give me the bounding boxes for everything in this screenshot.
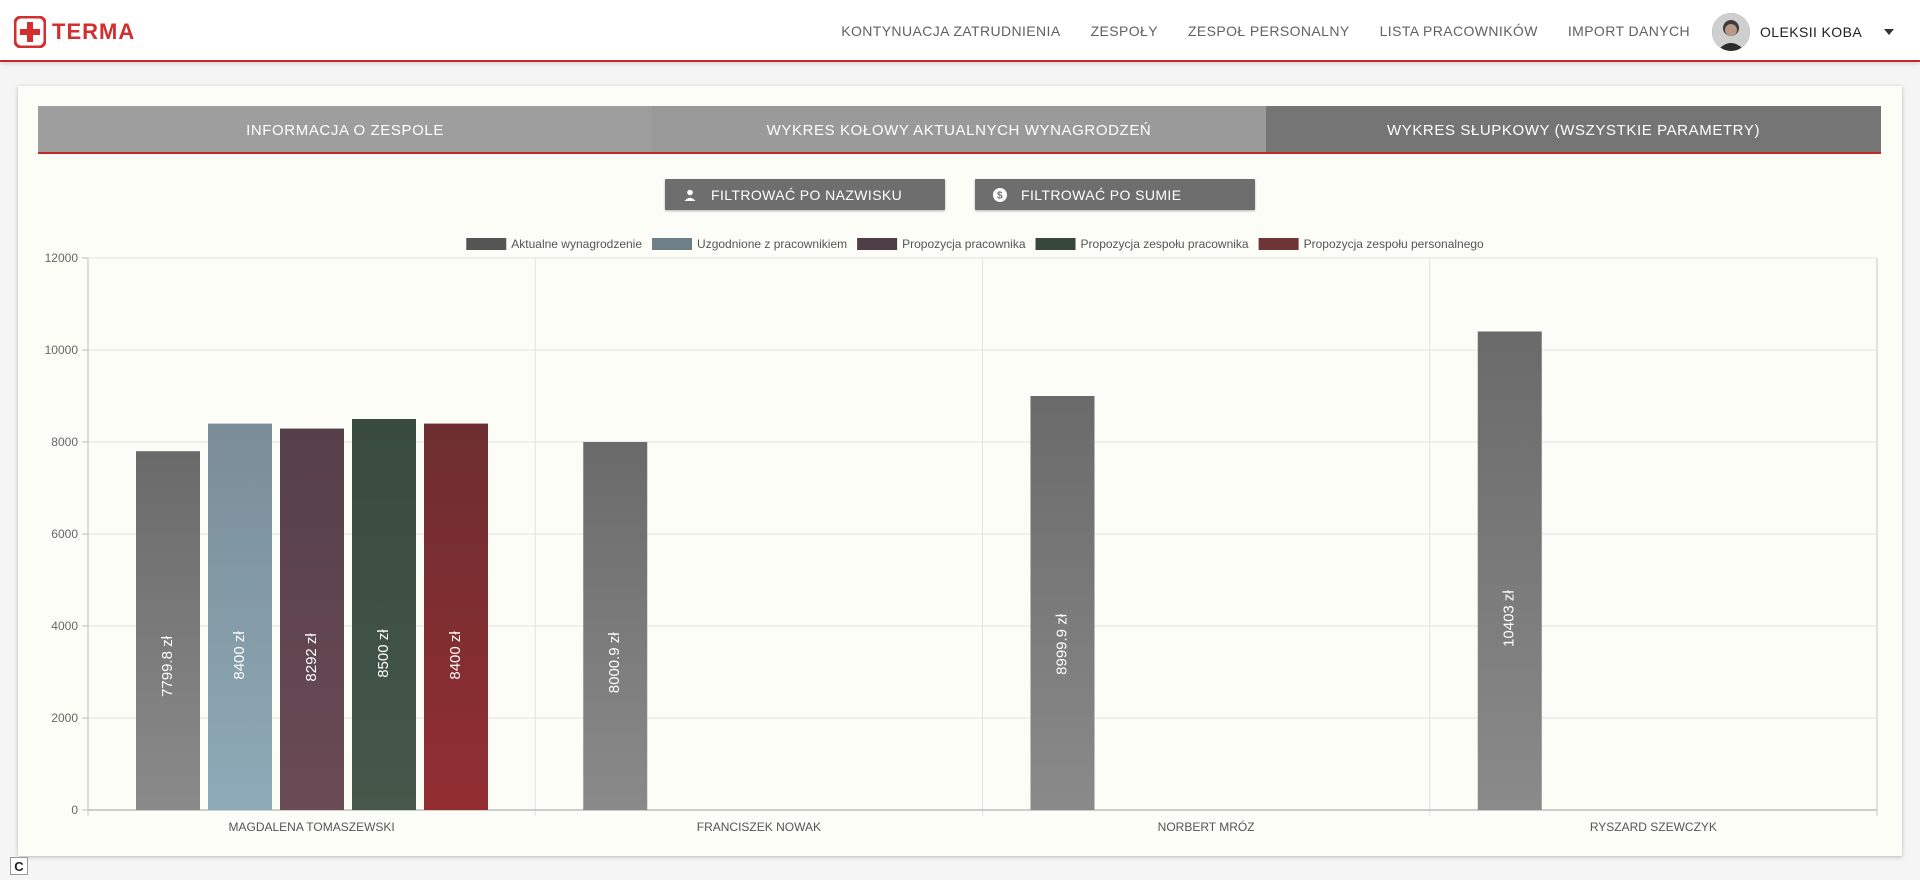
nav-kontynuacja[interactable]: KONTYNUACJA ZATRUDNIENIA [841,23,1060,39]
legend-swatch [1035,238,1076,250]
user-menu[interactable]: OLEKSII KOBA [1712,13,1895,51]
corner-badge: C [10,857,28,875]
x-tick-label: MAGDALENA TOMASZEWSKI [228,820,394,834]
bar [1030,396,1095,810]
bar [1477,331,1542,810]
y-tick-label: 6000 [51,527,78,541]
user-avatar-icon [1712,13,1750,51]
filter-by-sum-button[interactable]: $ FILTROWAĆ PO SUMIE [975,179,1255,210]
y-tick-label: 2000 [51,711,78,725]
x-tick-label: FRANCISZEK NOWAK [697,820,821,834]
user-name: OLEKSII KOBA [1760,24,1863,40]
tab-bar: INFORMACJA O ZESPOLE WYKRES KOŁOWY AKTUA… [38,106,1881,154]
x-tick-label: NORBERT MRÓZ [1158,819,1255,834]
bar [583,441,648,810]
dollar-icon: $ [993,187,1007,202]
bar [352,419,416,810]
tab-pie-chart[interactable]: WYKRES KOŁOWY AKTUALNYCH WYNAGRODZEŃ [652,106,1266,154]
filter-by-name-button[interactable]: FILTROWAĆ PO NAZWISKU [665,179,945,210]
nav-lista-pracownikow[interactable]: LISTA PRACOWNIKÓW [1380,23,1538,39]
nav-import-danych[interactable]: IMPORT DANYCH [1568,23,1690,39]
avatar [1712,13,1750,51]
y-tick-label: 0 [71,803,78,817]
tab-team-info[interactable]: INFORMACJA O ZESPOLE [38,106,652,154]
x-tick-label: RYSZARD SZEWCZYK [1590,820,1717,834]
bar-value-label: 8400 zł [447,631,464,680]
filter-by-name-label: FILTROWAĆ PO NAZWISKU [711,186,903,203]
terma-cross-icon [14,16,46,48]
bar-value-label: 8999.9 zł [1053,613,1070,675]
bar [208,423,272,810]
bar [136,451,200,810]
bar-value-label: 8400 zł [231,631,248,680]
y-tick-label: 12000 [45,251,79,265]
bar-value-label: 7799.8 zł [159,635,176,697]
nav-zespol-personalny[interactable]: ZESPOŁ PERSONALNY [1188,23,1350,39]
chevron-down-icon[interactable] [1884,29,1895,35]
bar-value-label: 8292 zł [303,633,320,682]
brand-logo[interactable]: TERMA [14,16,135,48]
tab-bar-chart[interactable]: WYKRES SŁUPKOWY (WSZYSTKIE PARAMETRY) [1266,106,1881,154]
y-tick-label: 8000 [51,435,78,449]
content-card: INFORMACJA O ZESPOLE WYKRES KOŁOWY AKTUA… [18,86,1902,856]
legend-swatch [652,238,693,250]
legend-label: Propozycja zespołu pracownika [1081,237,1249,251]
bar-value-label: 8500 zł [375,629,392,678]
y-tick-label: 10000 [45,343,79,357]
tab-active-indicator [38,152,1881,154]
legend-label: Uzgodnione z pracownikiem [697,237,847,251]
legend-swatch [466,238,507,250]
legend-label: Propozycja zespołu personalnego [1304,237,1484,251]
brand-name: TERMA [52,19,136,44]
salary-bar-chart: 0 2000 4000 6000 8000 10000 12000 7799.8 zł 8000… [45,237,1878,834]
top-navbar: TERMA KONTYNUACJA ZATRUDNIENIA ZESPOŁY Z… [0,0,1920,62]
chart-legend: Aktualne wynagrodzenie Uzgodnione z praco… [466,237,1484,251]
legend-label: Aktualne wynagrodzenie [511,237,642,251]
main-nav: KONTYNUACJA ZATRUDNIENIA ZESPOŁY ZESPOŁ … [811,0,1690,62]
bar [280,428,344,810]
nav-zespoly[interactable]: ZESPOŁY [1091,23,1158,39]
y-tick-label: 4000 [51,619,78,633]
person-icon [683,188,697,202]
bar-value-label: 10403 zł [1501,590,1518,647]
bar-value-label: 8000.9 zł [606,632,623,694]
bar [424,423,488,810]
legend-swatch [857,238,898,250]
svg-text:$: $ [997,190,1003,201]
filter-by-sum-label: FILTROWAĆ PO SUMIE [1021,186,1182,203]
legend-label: Propozycja pracownika [902,237,1026,251]
legend-swatch [1258,238,1299,250]
